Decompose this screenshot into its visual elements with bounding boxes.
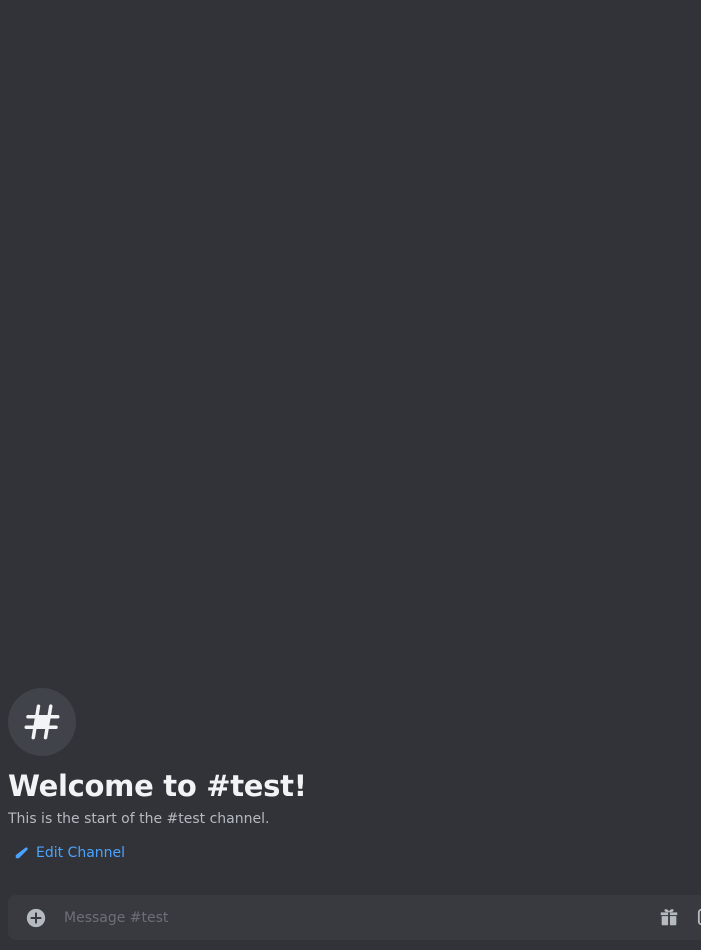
- message-input[interactable]: [64, 905, 701, 930]
- channel-avatar: [8, 688, 76, 756]
- chat-view: Welcome to #test! This is the start of t…: [0, 0, 701, 950]
- channel-welcome: Welcome to #test! This is the start of t…: [8, 688, 688, 864]
- gift-icon: [660, 909, 678, 926]
- gift-button[interactable]: [657, 905, 681, 929]
- gif-button[interactable]: [696, 905, 701, 929]
- attach-button[interactable]: [24, 906, 48, 930]
- message-composer: [8, 895, 701, 940]
- hash-icon: [24, 704, 60, 740]
- edit-channel-button[interactable]: Edit Channel: [8, 843, 131, 863]
- edit-channel-label: Edit Channel: [36, 845, 126, 861]
- gif-icon: [697, 908, 701, 926]
- plus-circle-icon: [26, 908, 46, 927]
- pencil-icon: [15, 847, 28, 859]
- welcome-title: Welcome to #test!: [8, 769, 307, 803]
- welcome-subtitle: This is the start of the #test channel.: [8, 811, 270, 827]
